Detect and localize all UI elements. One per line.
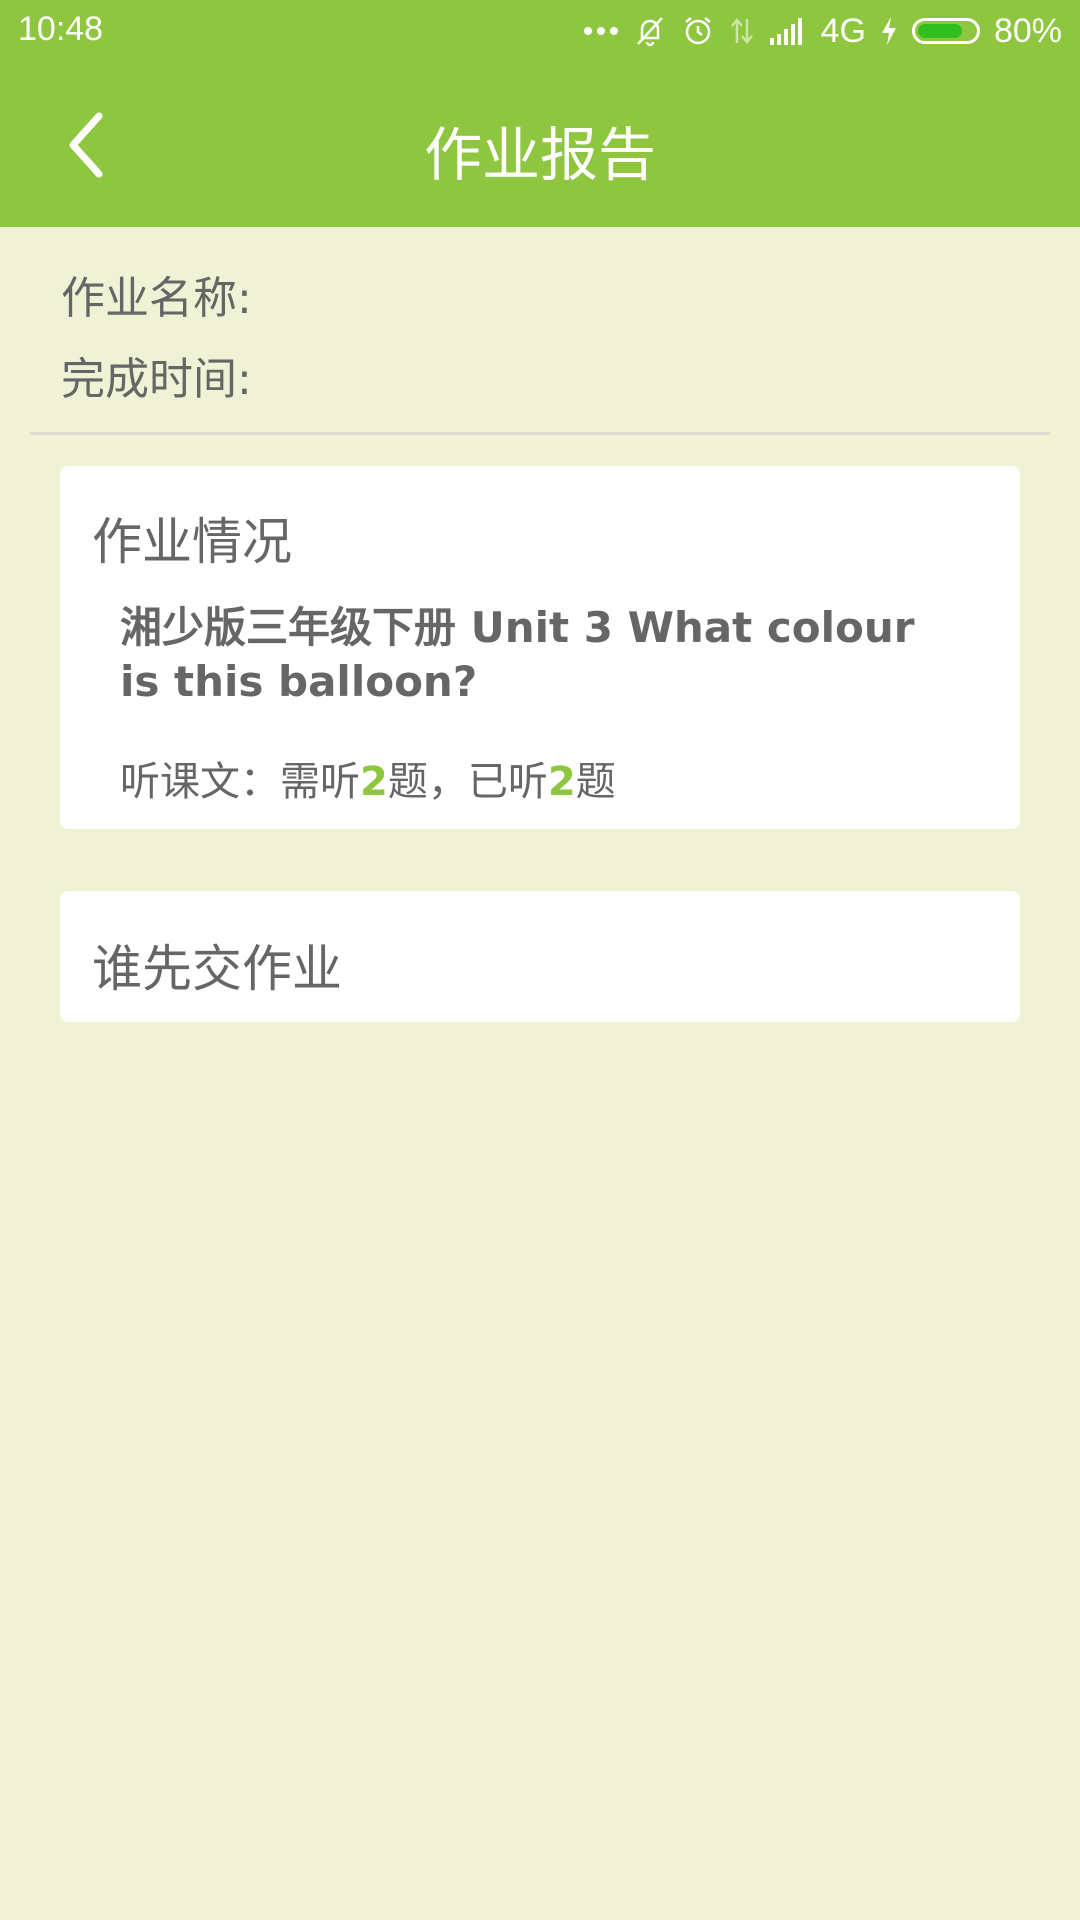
card-title-first-submitters: 谁先交作业 xyxy=(92,940,342,998)
data-arrows-icon xyxy=(729,15,755,47)
network-type: 4G xyxy=(820,11,866,50)
status-time: 10:48 xyxy=(18,10,104,48)
homework-name-label: 作业名称: xyxy=(61,273,252,324)
book-title: 湘少版三年级下册 Unit 3 What colour is this ball… xyxy=(120,603,915,706)
done-count: 2 xyxy=(547,759,576,805)
status-icons: 4G 80% xyxy=(583,8,1062,54)
page-title: 作业报告 xyxy=(423,121,656,189)
homework-status-card: 作业情况 湘少版三年级下册 Unit 3 What colour is this… xyxy=(60,466,1020,829)
listen-middle: 题，已听 xyxy=(387,759,548,805)
status-bar: 10:48 4G 80% xyxy=(0,0,1080,62)
bell-muted-icon xyxy=(633,14,667,48)
battery-percent: 80% xyxy=(993,11,1062,50)
signal-icon xyxy=(769,16,807,46)
card-title-homework-status: 作业情况 xyxy=(92,513,292,571)
required-count: 2 xyxy=(360,759,388,805)
listen-progress: 听课文：需听2题，已听2题 xyxy=(120,749,616,807)
first-submitters-card[interactable]: 谁先交作业 xyxy=(60,891,1020,1022)
divider xyxy=(30,432,1050,435)
more-icon xyxy=(583,25,619,37)
alarm-icon xyxy=(681,14,715,48)
listen-suffix: 题 xyxy=(575,759,616,805)
charging-icon xyxy=(880,16,898,46)
completion-time-label: 完成时间: xyxy=(61,354,252,405)
battery-icon xyxy=(911,18,980,44)
battery-level-fill xyxy=(917,24,962,38)
listen-prefix: 听课文：需听 xyxy=(120,759,360,805)
app-bar: 10:48 4G 80% 作业报告 xyxy=(0,0,1080,227)
